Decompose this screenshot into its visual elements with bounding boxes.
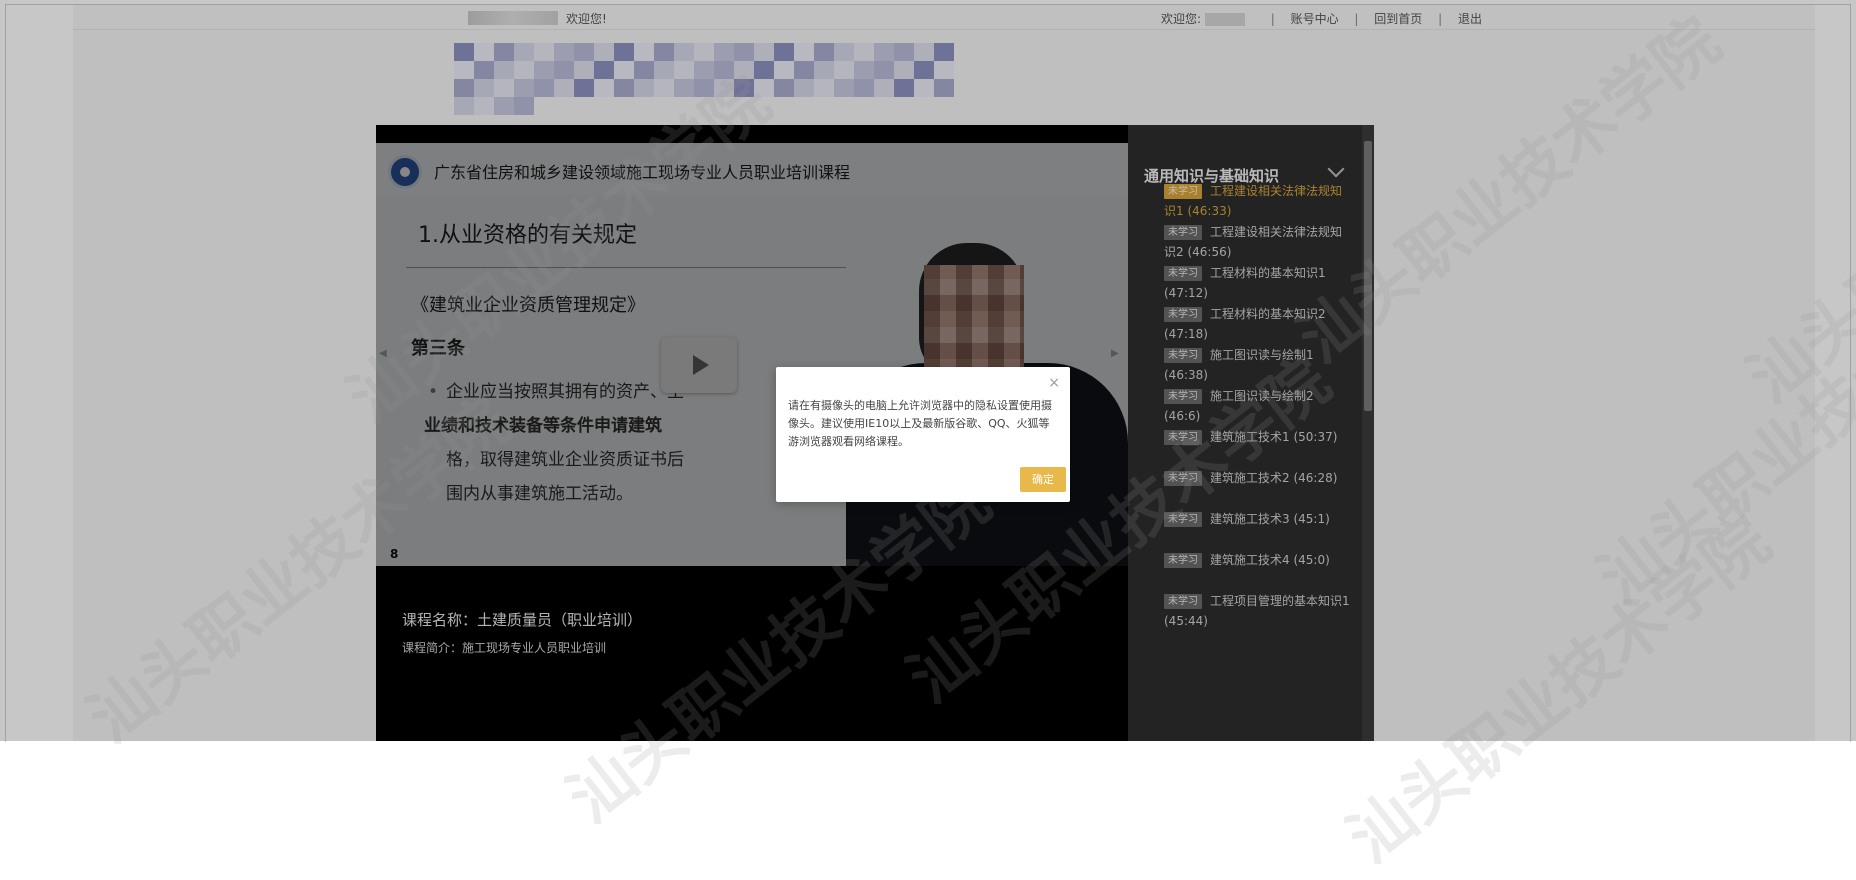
camera-permission-dialog: × 请在有摄像头的电脑上允许浏览器中的隐私设置使用摄像头。建议使用IE10以上及… xyxy=(776,367,1070,502)
confirm-button[interactable]: 确定 xyxy=(1020,467,1066,492)
dialog-message: 请在有摄像头的电脑上允许浏览器中的隐私设置使用摄像头。建议使用IE10以上及最新… xyxy=(788,399,1052,448)
close-icon[interactable]: × xyxy=(1048,375,1060,391)
